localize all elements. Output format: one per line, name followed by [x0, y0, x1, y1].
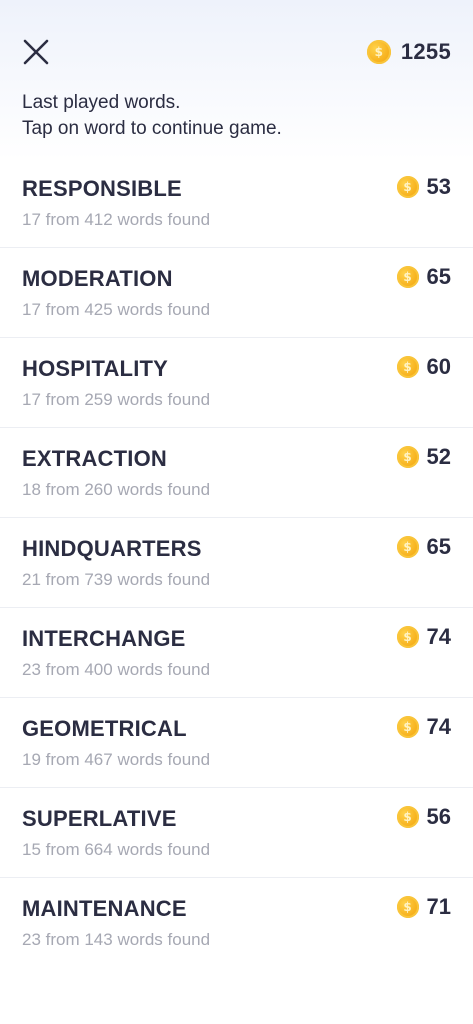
word-row[interactable]: HOSPITALITY 17 from 259 words found 60 [0, 338, 473, 428]
coin-icon [396, 626, 419, 648]
words-found-text: 15 from 664 words found [22, 840, 211, 859]
word-row[interactable]: MODERATION 17 from 425 words found 65 [0, 248, 473, 338]
played-words-list: RESPONSIBLE 17 from 412 words found 53 M… [0, 158, 473, 967]
reward-value: 52 [426, 444, 451, 469]
word-reward: 53 [396, 174, 451, 200]
word-reward: 65 [396, 534, 451, 560]
word-reward: 52 [396, 444, 451, 470]
words-found-text: 23 from 400 words found [22, 660, 211, 679]
words-found-text: 23 from 143 words found [22, 930, 211, 949]
coin-icon [396, 266, 419, 288]
intro-text: Last played words. Tap on word to contin… [22, 90, 442, 142]
word-title: HINDQUARTERS [22, 536, 202, 561]
intro-line-1: Last played words. [22, 92, 181, 113]
word-reward: 74 [396, 624, 451, 650]
words-found-text: 17 from 259 words found [22, 390, 211, 409]
word-row[interactable]: INTERCHANGE 23 from 400 words found 74 [0, 608, 473, 698]
coin-icon [396, 446, 419, 468]
close-button[interactable] [20, 36, 52, 68]
word-title: RESPONSIBLE [22, 176, 182, 201]
word-row[interactable]: GEOMETRICAL 19 from 467 words found 74 [0, 698, 473, 788]
word-row[interactable]: SUPERLATIVE 15 from 664 words found 56 [0, 788, 473, 878]
words-found-text: 19 from 467 words found [22, 750, 211, 769]
coin-balance: 1255 [366, 38, 451, 66]
word-reward: 56 [396, 804, 451, 830]
word-row[interactable]: MAINTENANCE 23 from 143 words found 71 [0, 878, 473, 967]
words-found-text: 17 from 425 words found [22, 300, 211, 319]
coin-icon [396, 896, 419, 918]
coin-icon [396, 356, 419, 378]
word-reward: 71 [396, 894, 451, 920]
words-found-text: 21 from 739 words found [22, 570, 211, 589]
intro-line-2: Tap on word to continue game. [22, 118, 282, 139]
word-title: EXTRACTION [22, 446, 167, 471]
words-found-text: 17 from 412 words found [22, 210, 211, 229]
reward-value: 56 [426, 804, 451, 829]
reward-value: 53 [426, 174, 451, 199]
balance-value: 1255 [400, 39, 451, 64]
coin-icon [396, 536, 419, 558]
word-row[interactable]: EXTRACTION 18 from 260 words found 52 [0, 428, 473, 518]
reward-value: 71 [426, 894, 451, 919]
word-reward: 74 [396, 714, 451, 740]
coin-icon [366, 40, 391, 64]
reward-value: 65 [426, 534, 451, 559]
word-reward: 65 [396, 264, 451, 290]
close-icon [23, 39, 49, 65]
word-row[interactable]: HINDQUARTERS 21 from 739 words found 65 [0, 518, 473, 608]
word-title: SUPERLATIVE [22, 806, 177, 831]
coin-icon [396, 716, 419, 738]
word-title: MODERATION [22, 266, 173, 291]
words-found-text: 18 from 260 words found [22, 480, 211, 499]
word-title: MAINTENANCE [22, 896, 187, 921]
reward-value: 65 [426, 264, 451, 289]
word-row[interactable]: RESPONSIBLE 17 from 412 words found 53 [0, 158, 473, 248]
reward-value: 74 [426, 624, 451, 649]
word-reward: 60 [396, 354, 451, 380]
coin-icon [396, 806, 419, 828]
coin-icon [396, 176, 419, 198]
reward-value: 60 [426, 354, 451, 379]
word-title: GEOMETRICAL [22, 716, 187, 741]
reward-value: 74 [426, 714, 451, 739]
word-title: HOSPITALITY [22, 356, 169, 381]
word-title: INTERCHANGE [22, 626, 186, 651]
